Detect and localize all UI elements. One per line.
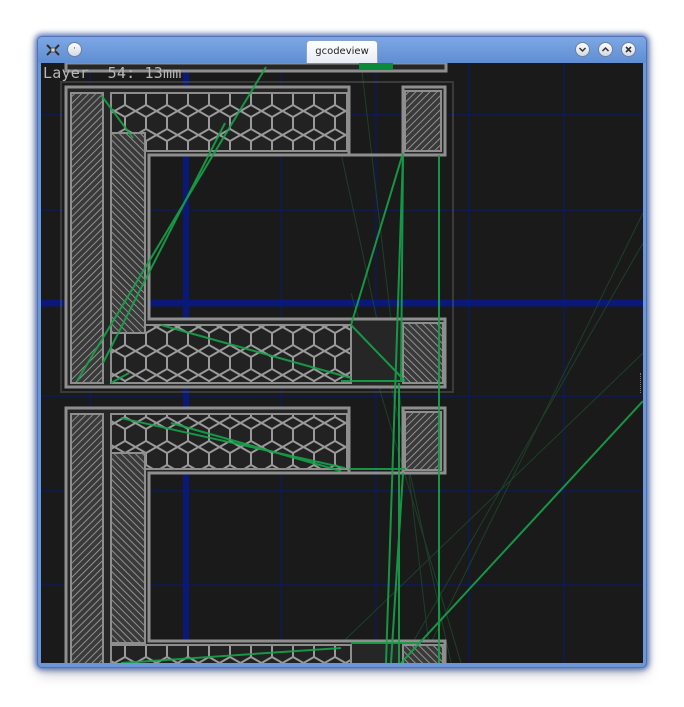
circle-dot-icon: · bbox=[73, 44, 76, 54]
window-title-tab[interactable]: gcodeview bbox=[306, 40, 378, 63]
gcodeview-app-icon[interactable] bbox=[45, 42, 61, 58]
maximize-button[interactable] bbox=[598, 42, 613, 57]
chevron-down-icon bbox=[578, 47, 587, 53]
title-bar[interactable]: · gcodeview bbox=[38, 37, 646, 63]
layer-indicator: Layer 54: 13mm bbox=[43, 64, 182, 82]
chevron-up-icon bbox=[601, 46, 610, 52]
close-icon bbox=[625, 46, 632, 53]
minimize-button[interactable] bbox=[575, 42, 590, 57]
window-title: gcodeview bbox=[315, 46, 369, 57]
resize-handle[interactable] bbox=[640, 373, 643, 393]
gcode-canvas[interactable]: Layer 54: 13mm bbox=[41, 63, 643, 663]
window-menu-button[interactable]: · bbox=[67, 42, 82, 57]
toolpath-view[interactable] bbox=[41, 63, 643, 663]
toolpath-part-upper bbox=[60, 81, 454, 393]
close-button[interactable] bbox=[621, 42, 636, 57]
app-window: · gcodeview Layer 54: 13mm bbox=[38, 37, 646, 667]
